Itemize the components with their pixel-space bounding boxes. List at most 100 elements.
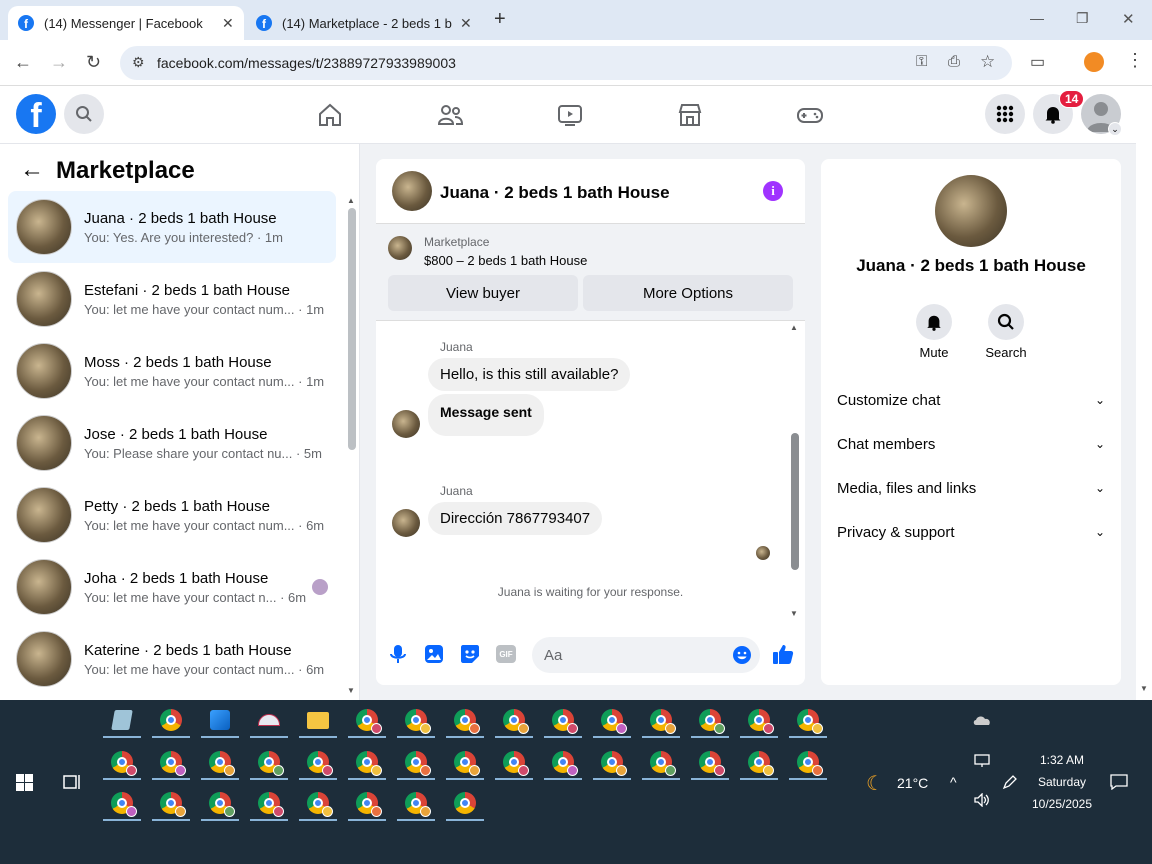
conversation-item[interactable]: Katerine · 2 beds 1 bath House You: let m… <box>8 623 336 695</box>
message-input[interactable]: Aa <box>532 637 760 673</box>
chrome-profile-icon[interactable] <box>495 746 533 780</box>
watch-video-icon[interactable] <box>556 102 584 128</box>
tab-search-icon[interactable]: ▭ <box>1030 52 1045 72</box>
close-tab-icon[interactable]: ✕ <box>460 15 472 32</box>
chrome-profile-icon[interactable] <box>201 787 239 821</box>
search-button[interactable] <box>64 94 104 134</box>
search-conversation-button[interactable] <box>988 304 1024 340</box>
chat-scrollbar[interactable] <box>791 433 799 570</box>
scroll-up-icon[interactable]: ▲ <box>347 196 355 205</box>
install-app-icon[interactable]: ⎙ <box>948 53 960 70</box>
chrome-profile-icon[interactable] <box>691 704 729 738</box>
chrome-profile-icon[interactable] <box>544 746 582 780</box>
clock-date[interactable]: 10/25/2025 <box>1026 797 1098 811</box>
site-settings-icon[interactable]: ⚙ <box>132 54 145 71</box>
chrome-profile-icon[interactable] <box>544 704 582 738</box>
marketplace-icon[interactable] <box>676 102 704 128</box>
more-options-button[interactable]: More Options <box>583 275 793 311</box>
windows-start-icon[interactable] <box>16 774 33 791</box>
info-icon[interactable]: i <box>763 181 783 201</box>
chrome-profile-icon[interactable] <box>201 746 239 780</box>
chrome-profile-icon[interactable] <box>152 787 190 821</box>
facebook-logo-icon[interactable]: f <box>16 94 56 134</box>
message-bubble[interactable]: Dirección 7867793407 <box>428 502 603 535</box>
chrome-profile-icon[interactable] <box>691 746 729 780</box>
chrome-profile-icon[interactable] <box>103 787 141 821</box>
moon-weather-icon[interactable]: ☾ <box>866 771 884 796</box>
home-icon[interactable] <box>316 102 344 128</box>
scroll-up-icon[interactable]: ▲ <box>790 323 798 332</box>
message-bubble[interactable]: Hello, is this still available? <box>428 358 631 391</box>
chrome-profile-icon[interactable] <box>250 787 288 821</box>
gaming-icon[interactable] <box>796 102 824 128</box>
weather-temperature[interactable]: 21°C <box>897 775 928 791</box>
address-bar[interactable]: ⚙ facebook.com/messages/t/23889727933989… <box>120 46 1012 80</box>
microphone-icon[interactable] <box>388 643 408 665</box>
chrome-profile-icon[interactable] <box>103 746 141 780</box>
scroll-down-icon[interactable]: ▼ <box>347 686 355 695</box>
conversation-item[interactable]: Moss · 2 beds 1 bath House You: let me ha… <box>8 335 336 407</box>
privacy-support-row[interactable]: Privacy & support ⌄ <box>837 512 1105 552</box>
close-tab-icon[interactable]: ✕ <box>222 15 234 32</box>
friends-icon[interactable] <box>436 102 464 128</box>
tab-messenger[interactable]: f (14) Messenger | Facebook ✕ <box>8 6 244 40</box>
chrome-profile-icon[interactable] <box>495 704 533 738</box>
chrome-profile-icon[interactable] <box>642 746 680 780</box>
message-bubble[interactable]: Message sent <box>428 394 544 436</box>
clock-day[interactable]: Saturday <box>1026 775 1098 789</box>
profile-photo[interactable] <box>935 175 1007 247</box>
chrome-profile-icon[interactable] <box>397 704 435 738</box>
chrome-profile-icon[interactable] <box>348 704 386 738</box>
photos-app-icon[interactable] <box>201 704 239 738</box>
profile-avatar-icon[interactable] <box>1084 52 1104 72</box>
network-icon[interactable] <box>974 754 990 768</box>
chat-members-row[interactable]: Chat members ⌄ <box>837 424 1105 464</box>
chrome-profile-icon[interactable] <box>299 746 337 780</box>
sender-avatar[interactable] <box>392 410 420 438</box>
media-files-links-row[interactable]: Media, files and links ⌄ <box>837 468 1105 508</box>
emoji-icon[interactable] <box>732 645 752 665</box>
chrome-profile-icon[interactable] <box>446 746 484 780</box>
chrome-profile-icon[interactable] <box>348 746 386 780</box>
onedrive-cloud-icon[interactable] <box>972 714 992 726</box>
mute-button[interactable] <box>916 304 952 340</box>
scroll-down-icon[interactable]: ▼ <box>790 609 798 618</box>
task-view-icon[interactable] <box>63 774 81 790</box>
chrome-profile-icon[interactable] <box>593 746 631 780</box>
menu-button[interactable] <box>985 94 1025 134</box>
volume-icon[interactable] <box>974 793 990 807</box>
chrome-profile-icon[interactable] <box>397 746 435 780</box>
tab-marketplace[interactable]: f (14) Marketplace - 2 beds 1 bat ✕ <box>246 6 482 40</box>
chrome-profile-icon[interactable] <box>446 704 484 738</box>
conversation-item[interactable]: Jose · 2 beds 1 bath House You: Please sh… <box>8 407 336 479</box>
chrome-profile-icon[interactable] <box>152 746 190 780</box>
password-key-icon[interactable]: ⚿ <box>916 53 927 70</box>
show-hidden-icons-icon[interactable]: ^ <box>950 774 957 790</box>
close-window-button[interactable]: ✕ <box>1122 10 1135 28</box>
scroll-down-icon[interactable]: ▼ <box>1140 684 1148 693</box>
page-scrollbar[interactable]: ▼ <box>1136 144 1152 700</box>
chrome-profile-icon[interactable] <box>789 746 827 780</box>
minimize-button[interactable]: — <box>1030 10 1044 26</box>
bookmark-star-icon[interactable]: ☆ <box>980 52 995 72</box>
customize-chat-row[interactable]: Customize chat ⌄ <box>837 380 1105 420</box>
sidebar-scrollbar[interactable] <box>348 208 356 450</box>
chrome-profile-icon[interactable] <box>250 746 288 780</box>
chat-title[interactable]: Juana · 2 beds 1 bath House <box>440 183 670 203</box>
conversation-item[interactable]: Joha · 2 beds 1 bath House You: let me ha… <box>8 551 336 623</box>
forward-arrow-icon[interactable]: → <box>50 52 68 73</box>
conversation-item[interactable]: Juana · 2 beds 1 bath House You: Yes. Are… <box>8 191 336 263</box>
notebook-app-icon[interactable] <box>103 704 141 738</box>
new-tab-button[interactable]: + <box>494 8 506 31</box>
chrome-profile-icon[interactable] <box>593 704 631 738</box>
pen-icon[interactable] <box>1002 774 1018 790</box>
chrome-profile-icon[interactable] <box>740 746 778 780</box>
chrome-profile-icon[interactable] <box>789 704 827 738</box>
account-dropdown-icon[interactable]: ⌄ <box>1108 122 1122 136</box>
sender-avatar[interactable] <box>392 509 420 537</box>
conversation-item[interactable]: Estefani · 2 beds 1 bath House You: let m… <box>8 263 336 335</box>
chrome-profile-icon[interactable] <box>348 787 386 821</box>
chrome-profile-icon[interactable] <box>446 787 484 821</box>
chrome-profile-icon[interactable] <box>740 704 778 738</box>
sticker-icon[interactable] <box>460 644 480 664</box>
